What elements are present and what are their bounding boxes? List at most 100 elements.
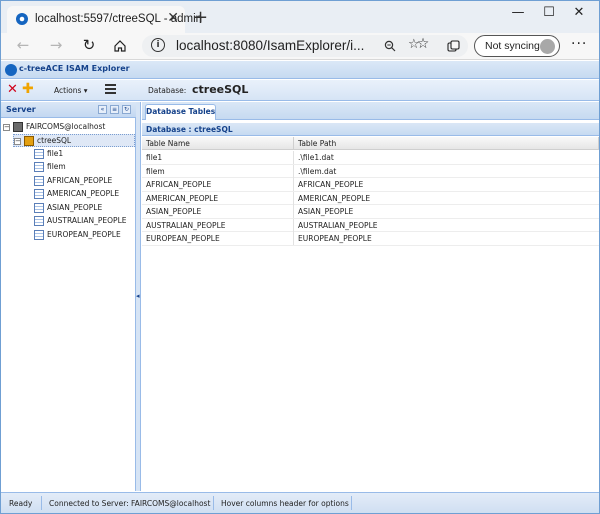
- app-title: c-treeACE ISAM Explorer: [19, 64, 130, 73]
- server-panel: Server « ≡ ↻ − FAIRCOMS@localhost − ctre…: [1, 102, 136, 491]
- collapse-panel-icon[interactable]: «: [98, 105, 107, 114]
- table-node-label: AUSTRALIAN_PEOPLE: [47, 216, 127, 225]
- table-node-label: ASIAN_PEOPLE: [47, 203, 103, 212]
- browser-tab-bar: localhost:5597/ctreeSQL - admin ✕ + — ☐ …: [1, 1, 599, 33]
- table-icon: [34, 189, 44, 199]
- grid-header: Table Name Table Path: [142, 137, 599, 150]
- cell-table-name: EUROPEAN_PEOPLE: [146, 234, 220, 243]
- status-bar: Ready Connected to Server: FAIRCOMS@loca…: [1, 492, 599, 513]
- collapse-toggle-icon[interactable]: −: [14, 138, 21, 145]
- list-toggle-icon[interactable]: ≡: [110, 105, 119, 114]
- cell-table-name: AMERICAN_PEOPLE: [146, 193, 219, 203]
- table-icon: [34, 230, 44, 240]
- add-icon[interactable]: ✚: [22, 81, 34, 97]
- cell-table-path: AUSTRALIAN_PEOPLE: [298, 220, 378, 230]
- info-icon[interactable]: i: [151, 38, 165, 52]
- browser-window: localhost:5597/ctreeSQL - admin ✕ + — ☐ …: [0, 0, 600, 514]
- table-row[interactable]: EUROPEAN_PEOPLE EUROPEAN_PEOPLE: [142, 232, 599, 246]
- more-menu-icon[interactable]: ···: [571, 36, 587, 52]
- home-icon[interactable]: [113, 39, 127, 53]
- server-panel-header: Server « ≡ ↻: [1, 102, 136, 118]
- table-row[interactable]: AMERICAN_PEOPLE AMERICAN_PEOPLE: [142, 191, 599, 205]
- cell-table-name: ASIAN_PEOPLE: [146, 207, 202, 216]
- collections-icon[interactable]: [447, 40, 460, 53]
- tree-node-table[interactable]: ASIAN_PEOPLE: [34, 202, 134, 215]
- table-node-label: AMERICAN_PEOPLE: [47, 189, 120, 198]
- cell-table-path: .\filem.dat: [298, 166, 337, 176]
- table-icon: [34, 216, 44, 226]
- status-separator: [41, 496, 42, 510]
- database-subheader: Database : ctreeSQL: [142, 123, 599, 136]
- sync-profile-button[interactable]: Not syncing: [474, 35, 560, 57]
- sync-label: Not syncing: [485, 40, 540, 52]
- table-row[interactable]: file1 .\file1.dat: [142, 151, 599, 165]
- new-tab-button[interactable]: +: [193, 7, 208, 28]
- table-node-label: EUROPEAN_PEOPLE: [47, 230, 121, 239]
- table-icon: [34, 162, 44, 172]
- tree-node-table[interactable]: file1: [34, 148, 134, 161]
- list-view-icon[interactable]: [105, 84, 116, 94]
- table-row[interactable]: filem .\filem.dat: [142, 164, 599, 178]
- server-panel-title: Server: [6, 105, 36, 114]
- collapse-arrow-icon[interactable]: ◂: [136, 292, 140, 300]
- tree-node-table[interactable]: AFRICAN_PEOPLE: [34, 175, 134, 188]
- cell-table-name: AFRICAN_PEOPLE: [146, 180, 212, 189]
- table-icon: [34, 149, 44, 159]
- actions-menu-button[interactable]: Actions ▾: [54, 86, 88, 95]
- cell-table-path: AMERICAN_PEOPLE: [298, 193, 371, 203]
- panel-splitter[interactable]: ◂: [136, 102, 141, 491]
- tab-close-icon[interactable]: ✕: [167, 10, 179, 26]
- database-node-label: ctreeSQL: [37, 136, 72, 145]
- app-toolbar: ✕ ✚ Actions ▾ Database: ctreeSQL: [1, 80, 599, 101]
- zoom-icon[interactable]: [384, 40, 396, 52]
- column-separator: [293, 232, 294, 245]
- column-separator: [598, 137, 599, 150]
- cell-table-name: filem: [146, 166, 165, 176]
- tree-node-table[interactable]: filem: [34, 161, 134, 174]
- column-separator: [293, 164, 294, 178]
- cell-table-name: file1: [146, 153, 163, 162]
- tree-node-table[interactable]: AUSTRALIAN_PEOPLE: [34, 215, 134, 228]
- table-row[interactable]: ASIAN_PEOPLE ASIAN_PEOPLE: [142, 205, 599, 219]
- server-node-label: FAIRCOMS@localhost: [26, 122, 106, 131]
- table-node-label: file1: [47, 149, 64, 158]
- maximize-button[interactable]: ☐: [537, 5, 561, 20]
- refresh-icon[interactable]: ↻: [79, 36, 99, 54]
- cell-table-path: ASIAN_PEOPLE: [298, 207, 354, 216]
- delete-icon[interactable]: ✕: [7, 82, 18, 97]
- column-header-table-name[interactable]: Table Name: [146, 139, 190, 148]
- column-separator: [293, 137, 294, 150]
- column-header-table-path[interactable]: Table Path: [298, 139, 336, 148]
- table-row[interactable]: AUSTRALIAN_PEOPLE AUSTRALIAN_PEOPLE: [142, 218, 599, 232]
- table-node-label: filem: [47, 162, 66, 171]
- main-panel: Database Tables Database : ctreeSQL Tabl…: [142, 102, 599, 491]
- gear-favicon-icon: [16, 13, 28, 25]
- column-separator: [293, 218, 294, 232]
- database-name: ctreeSQL: [192, 83, 249, 96]
- browser-tab[interactable]: localhost:5597/ctreeSQL - admin ✕: [7, 6, 202, 33]
- status-hint: Hover columns header for options: [221, 499, 349, 508]
- status-separator: [351, 496, 352, 510]
- minimize-button[interactable]: —: [506, 5, 530, 20]
- forward-icon[interactable]: →: [46, 36, 66, 54]
- tree-node-table[interactable]: EUROPEAN_PEOPLE: [34, 229, 134, 242]
- tab-database-tables[interactable]: Database Tables: [145, 104, 216, 120]
- avatar: [540, 39, 555, 54]
- close-window-button[interactable]: ✕: [567, 5, 591, 20]
- table-icon: [34, 176, 44, 186]
- server-icon: [13, 122, 23, 132]
- cell-table-path: .\file1.dat: [298, 153, 334, 162]
- tree-node-table[interactable]: AMERICAN_PEOPLE: [34, 188, 134, 201]
- refresh-tree-icon[interactable]: ↻: [122, 105, 131, 114]
- collapse-toggle-icon[interactable]: −: [3, 124, 10, 131]
- column-separator: [293, 191, 294, 205]
- status-connection: Connected to Server: FAIRCOMS@localhost: [49, 499, 211, 508]
- table-row[interactable]: AFRICAN_PEOPLE AFRICAN_PEOPLE: [142, 178, 599, 192]
- address-url[interactable]: localhost:8080/IsamExplorer/i...: [176, 38, 364, 53]
- tree-node-database[interactable]: − ctreeSQL: [13, 134, 135, 147]
- cell-table-name: AUSTRALIAN_PEOPLE: [146, 220, 226, 230]
- tree-node-server[interactable]: − FAIRCOMS@localhost: [3, 121, 133, 134]
- favorites-icon[interactable]: ☆: [413, 36, 433, 52]
- back-icon[interactable]: ←: [13, 36, 33, 54]
- browser-nav-bar: ← → ↻ i localhost:8080/IsamExplorer/i...…: [1, 33, 599, 60]
